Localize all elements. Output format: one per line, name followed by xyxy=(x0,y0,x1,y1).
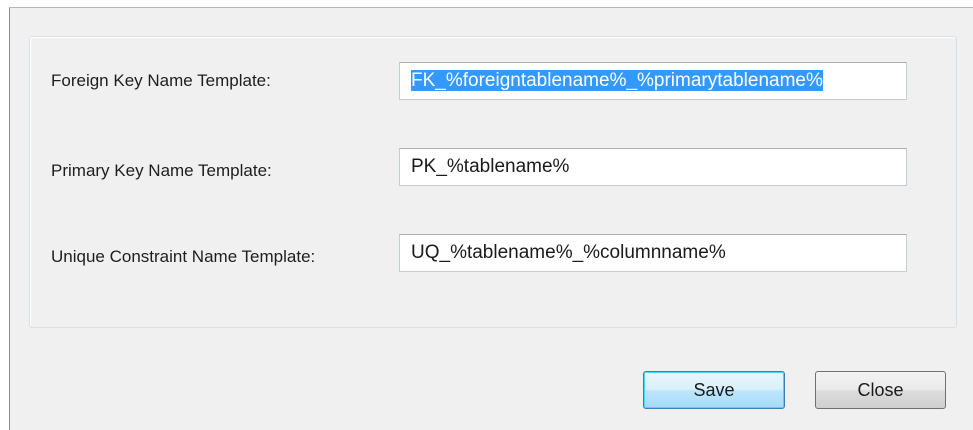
window-border-line xyxy=(9,7,973,8)
unique-constraint-template-input[interactable]: UQ_%tablename%_%columnname% xyxy=(399,234,907,272)
primary-key-template-label: Primary Key Name Template: xyxy=(51,161,272,180)
naming-templates-dialog: Foreign Key Name Template: FK_%foreignta… xyxy=(0,0,973,430)
window-left-edge xyxy=(0,8,10,430)
primary-key-template-value: PK_%tablename% xyxy=(411,156,570,177)
close-button[interactable]: Close xyxy=(815,371,946,409)
foreign-key-template-label: Foreign Key Name Template: xyxy=(51,71,271,90)
primary-key-template-input[interactable]: PK_%tablename% xyxy=(399,148,907,186)
save-button[interactable]: Save xyxy=(643,371,785,409)
unique-constraint-template-label: Unique Constraint Name Template: xyxy=(51,247,316,266)
unique-constraint-template-value: UQ_%tablename%_%columnname% xyxy=(411,242,726,263)
foreign-key-template-value: FK_%foreigntablename%_%primarytablename% xyxy=(411,70,823,91)
foreign-key-template-input[interactable]: FK_%foreigntablename%_%primarytablename% xyxy=(399,62,907,100)
